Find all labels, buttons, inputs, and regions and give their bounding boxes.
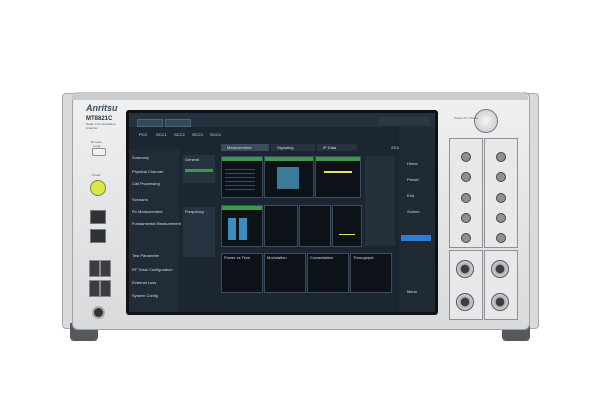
carrier-tab-scc2[interactable]: SCC2 xyxy=(174,132,185,137)
sidebar-item-summary[interactable]: Summary xyxy=(132,155,149,160)
result-menu xyxy=(365,156,395,246)
panel-throughput[interactable]: Throughput xyxy=(350,253,392,293)
model-subtitle: Radio Communication Analyzer xyxy=(86,122,116,130)
carrier-tab-row: PCC SCC1 SCC2 SCC3 SCC4 xyxy=(139,132,229,138)
general-title: General xyxy=(185,157,200,162)
bar-1 xyxy=(228,218,236,240)
sidebar-item-fundamental-measurement[interactable]: Fundamental Measurement xyxy=(132,221,181,226)
panel-constellation[interactable]: Constellation xyxy=(307,253,349,293)
tab-measurement[interactable]: Measurement xyxy=(221,144,269,151)
bnc-port-10[interactable] xyxy=(496,233,506,243)
menu-preset[interactable]: Preset xyxy=(407,177,419,182)
carrier-tab-scc3[interactable]: SCC3 xyxy=(192,132,203,137)
rotary-knob[interactable] xyxy=(474,109,498,133)
panel-spurious[interactable] xyxy=(332,205,362,247)
chassis-top-strip xyxy=(72,92,528,100)
highlight-button[interactable] xyxy=(401,235,431,241)
panel-spectrum-monitor[interactable] xyxy=(221,156,263,198)
bnc-port-5[interactable] xyxy=(496,152,506,162)
header-info-box xyxy=(379,117,429,125)
rf-port-4[interactable] xyxy=(491,293,509,311)
headphone-jack[interactable] xyxy=(92,306,105,319)
carrier-tab-scc4[interactable]: SCC4 xyxy=(210,132,221,137)
general-highlight xyxy=(185,169,213,172)
sidebar-item-system-config[interactable]: System Config xyxy=(132,293,158,298)
sidebar-item-physical-channel[interactable]: Physical Channel xyxy=(132,169,163,174)
bnc-port-3[interactable] xyxy=(461,193,471,203)
tab-signaling[interactable]: Signaling xyxy=(271,144,315,151)
bnc-port-9[interactable] xyxy=(461,233,471,243)
phone-2-selector[interactable] xyxy=(165,119,191,127)
carrier-tab-scc1[interactable]: SCC1 xyxy=(156,132,167,137)
result-table xyxy=(225,166,255,192)
panel-occupied-bandwidth[interactable] xyxy=(315,156,361,198)
bar-2 xyxy=(239,218,247,240)
obw-trace xyxy=(324,171,352,185)
sidebar-item-rx-measurement[interactable]: Rx Measurement xyxy=(132,209,162,214)
sidebar-item-test-parameter[interactable]: Test Parameter xyxy=(132,253,159,258)
power-label: Power xyxy=(92,173,101,177)
power-button[interactable] xyxy=(90,180,106,196)
panel-spectrum-emission-mask[interactable] xyxy=(221,205,263,247)
touch-screen[interactable]: PCC SCC1 SCC2 SCC3 SCC4 Measurement Sign… xyxy=(129,113,435,312)
menu-end[interactable]: End xyxy=(407,193,414,198)
panel-modulation[interactable]: Modulation xyxy=(264,253,306,293)
sidebar-item-rf-tests[interactable]: RF Tests Configuration xyxy=(132,267,173,272)
carrier-tab-pcc[interactable]: PCC xyxy=(139,132,147,137)
menu-menu[interactable]: Menu xyxy=(407,289,417,294)
usb-port-2[interactable] xyxy=(100,260,111,277)
panel-power-vs-time[interactable]: Power vs Time xyxy=(221,253,263,293)
menu-screen[interactable]: Screen xyxy=(407,209,420,214)
rf-port-2[interactable] xyxy=(491,260,509,278)
frequency-group: Frequency xyxy=(183,207,215,257)
menu-home[interactable]: Home xyxy=(407,161,418,166)
ethernet-port-1[interactable] xyxy=(90,210,106,224)
sidebar-item-external-loss[interactable]: External Loss xyxy=(132,280,156,285)
rf-port-1[interactable] xyxy=(456,260,474,278)
usb-port-4[interactable] xyxy=(100,280,111,297)
ethernet-port-2[interactable] xyxy=(90,229,106,243)
bnc-port-7[interactable] xyxy=(496,193,506,203)
frequency-title: Frequency xyxy=(185,209,204,214)
general-group: General xyxy=(183,155,215,183)
phone-1-selector[interactable] xyxy=(137,119,163,127)
rf-port-3[interactable] xyxy=(456,293,474,311)
sidebar-item-call-processing[interactable]: Call Processing xyxy=(132,181,160,186)
bnc-port-2[interactable] xyxy=(461,172,471,182)
usb-port-1[interactable] xyxy=(89,260,100,277)
local-button[interactable] xyxy=(92,148,106,156)
sidebar-item-scenario[interactable]: Scenario xyxy=(132,197,148,202)
panel-aclr[interactable] xyxy=(264,205,298,247)
bnc-port-6[interactable] xyxy=(496,172,506,182)
panel-power[interactable] xyxy=(264,156,314,198)
bnc-port-1[interactable] xyxy=(461,152,471,162)
power-on-label: Power On / Power xyxy=(454,116,479,120)
bnc-port-8[interactable] xyxy=(496,213,506,223)
brand-logo: Anritsu xyxy=(86,103,118,113)
usb-port-3[interactable] xyxy=(89,280,100,297)
tab-ip-data[interactable]: IP Data xyxy=(317,144,357,151)
panel-sem-chart[interactable] xyxy=(299,205,331,247)
bnc-port-4[interactable] xyxy=(461,213,471,223)
power-trace xyxy=(277,167,299,189)
right-menu xyxy=(399,127,435,312)
